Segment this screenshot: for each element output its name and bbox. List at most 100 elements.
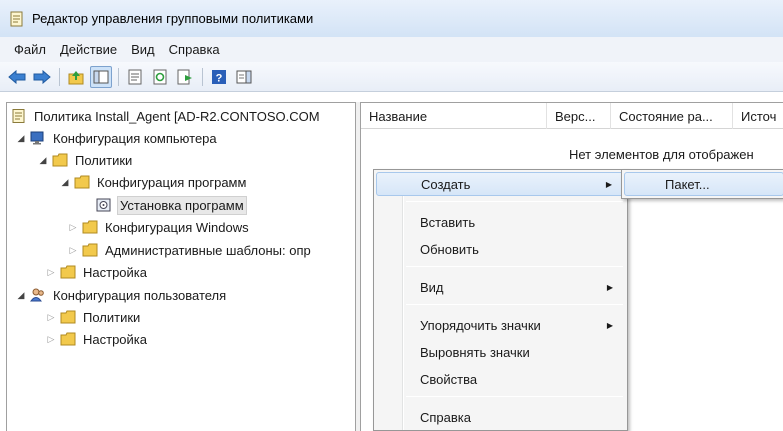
list-header: Название Верс... Состояние ра... Источ	[361, 103, 783, 129]
menu-item-properties[interactable]: Свойства	[376, 367, 625, 391]
show-hide-tree-icon	[93, 70, 109, 83]
tree-item-user-config[interactable]: ◢ Конфигурация пользователя	[15, 284, 228, 306]
refresh-button[interactable]	[149, 66, 171, 88]
context-menu: Создать ▶ Вставить Обновить Вид ▶ Упоряд…	[373, 169, 628, 431]
menu-separator	[406, 396, 623, 397]
menu-separator	[406, 304, 623, 305]
tree-item-label: Политики	[83, 309, 141, 325]
tree-item-label: Конфигурация пользователя	[53, 287, 227, 303]
svg-text:?: ?	[216, 72, 223, 84]
computer-icon	[30, 131, 44, 145]
expanded-arrow-icon[interactable]: ◢	[15, 289, 27, 301]
folder-icon	[74, 175, 90, 189]
menu-separator	[406, 266, 623, 267]
refresh-icon	[153, 69, 167, 84]
export-list-icon	[177, 69, 192, 84]
tree-item-label: Установка программ	[117, 195, 247, 215]
back-button[interactable]	[6, 66, 28, 88]
show-hide-tree-button[interactable]	[90, 65, 112, 88]
tree-item-policy-root[interactable]: Политика Install_Agent [AD-R2.CONTOSO.CO…	[11, 105, 322, 127]
software-install-icon	[96, 198, 111, 212]
menu-item-label: Выровнять значки	[420, 344, 530, 360]
tree-item-label: Конфигурация компьютера	[53, 130, 217, 146]
submenu-new: Пакет...	[621, 169, 783, 199]
menu-item-new[interactable]: Создать ▶	[376, 172, 625, 196]
menu-view[interactable]: Вид	[125, 40, 161, 59]
folder-icon	[60, 265, 76, 279]
menu-item-package[interactable]: Пакет...	[624, 172, 783, 196]
tree-item-preferences[interactable]: ▷ Настройка	[45, 261, 149, 283]
submenu-arrow-icon: ▶	[606, 320, 613, 330]
folder-icon	[60, 310, 76, 324]
tree-item-policies[interactable]: ◢ Политики	[37, 149, 134, 171]
collapsed-arrow-icon[interactable]: ▷	[45, 333, 57, 345]
submenu-arrow-icon: ▶	[605, 179, 612, 189]
column-header-deployment-state[interactable]: Состояние ра...	[611, 103, 733, 129]
menu-action[interactable]: Действие	[54, 40, 123, 59]
menu-item-label: Обновить	[420, 241, 479, 257]
properties-icon	[128, 69, 142, 84]
up-folder-icon	[68, 70, 84, 84]
window-title: Редактор управления групповыми политикам…	[32, 11, 314, 26]
tree-item-user-policies[interactable]: ▷ Политики	[45, 306, 142, 328]
tree-item-software-settings[interactable]: ◢ Конфигурация программ	[59, 171, 248, 193]
folder-icon	[52, 153, 68, 167]
show-action-pane-icon	[236, 70, 252, 83]
tree-item-label: Настройка	[83, 331, 147, 347]
tree-item-windows-settings[interactable]: ▷ Конфигурация Windows	[67, 216, 251, 238]
tree-item-software-installation[interactable]: Установка программ	[96, 194, 247, 216]
menu-help[interactable]: Справка	[163, 40, 226, 59]
toolbar-separator	[118, 67, 119, 86]
menu-item-line-up-icons[interactable]: Выровнять значки	[376, 340, 625, 364]
menu-item-label: Вставить	[420, 214, 476, 230]
collapsed-arrow-icon[interactable]: ▷	[45, 311, 57, 323]
menu-item-label: Пакет...	[665, 176, 710, 192]
toolbar-separator	[202, 67, 203, 86]
export-list-button[interactable]	[174, 66, 196, 88]
tree-item-admin-templates[interactable]: ▷ Административные шаблоны: опр	[67, 239, 313, 261]
users-icon	[30, 288, 44, 302]
properties-button[interactable]	[124, 66, 146, 88]
empty-list-message: Нет элементов для отображен	[569, 147, 754, 162]
menu-item-paste[interactable]: Вставить	[376, 210, 625, 234]
forward-icon	[33, 69, 51, 84]
tree-item-label: Административные шаблоны: опр	[105, 242, 311, 258]
menu-item-label: Упорядочить значки	[420, 317, 541, 333]
folder-icon	[82, 220, 98, 234]
tree-item-label: Политика Install_Agent [AD-R2.CONTOSO.CO…	[34, 108, 320, 124]
menu-separator	[406, 201, 623, 202]
policy-icon	[12, 109, 25, 123]
menu-item-refresh[interactable]: Обновить	[376, 237, 625, 261]
forward-button[interactable]	[31, 66, 53, 88]
menu-item-label: Вид	[420, 279, 444, 295]
title-bar: Редактор управления групповыми политикам…	[0, 0, 783, 37]
toolbar-separator	[59, 67, 60, 86]
tree-item-label: Настройка	[83, 264, 147, 280]
tree-item-user-preferences[interactable]: ▷ Настройка	[45, 328, 149, 350]
tree-item-label: Политики	[75, 152, 133, 168]
expanded-arrow-icon[interactable]: ◢	[59, 176, 71, 188]
column-header-version[interactable]: Верс...	[547, 103, 611, 129]
help-button[interactable]: ?	[208, 66, 230, 88]
collapsed-arrow-icon[interactable]: ▷	[67, 244, 79, 256]
menu-item-label: Справка	[420, 409, 471, 425]
show-action-pane-button[interactable]	[233, 66, 255, 88]
expanded-arrow-icon[interactable]: ◢	[37, 154, 49, 166]
tree-item-label: Конфигурация программ	[97, 174, 247, 190]
console-tree: Политика Install_Agent [AD-R2.CONTOSO.CO…	[6, 102, 356, 431]
tree-item-label: Конфигурация Windows	[105, 219, 249, 235]
column-header-name[interactable]: Название	[361, 103, 547, 129]
toolbar: ?	[0, 62, 783, 92]
column-header-source[interactable]: Источ	[733, 103, 783, 129]
up-folder-button[interactable]	[65, 66, 87, 88]
menu-item-view[interactable]: Вид ▶	[376, 275, 625, 299]
menu-item-help[interactable]: Справка	[376, 405, 625, 429]
menu-item-arrange-icons[interactable]: Упорядочить значки ▶	[376, 313, 625, 337]
collapsed-arrow-icon[interactable]: ▷	[45, 266, 57, 278]
collapsed-arrow-icon[interactable]: ▷	[67, 221, 79, 233]
back-icon	[8, 69, 26, 84]
tree-item-computer-config[interactable]: ◢ Конфигурация компьютера	[15, 127, 219, 149]
submenu-arrow-icon: ▶	[606, 282, 613, 292]
expanded-arrow-icon[interactable]: ◢	[15, 132, 27, 144]
menu-file[interactable]: Файл	[8, 40, 52, 59]
